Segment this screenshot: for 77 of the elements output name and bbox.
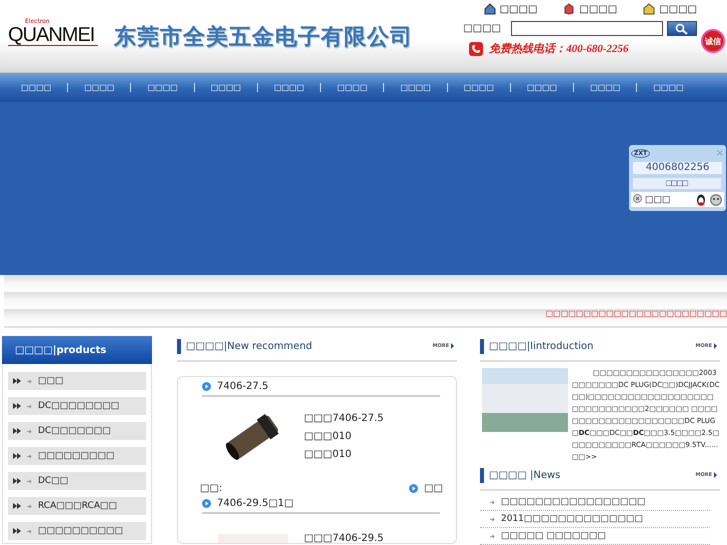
double-arrow-icon [13, 503, 21, 509]
spec-text: □□□7406-27.5 [304, 412, 384, 426]
arrow-icon [27, 478, 32, 484]
scrolling-notice: □□□□□□□□□□□□□□□□□□□□□□□□ [546, 309, 727, 318]
seal-badge: 诚信 [701, 29, 725, 53]
double-arrow-icon [13, 453, 21, 459]
search-label: □□□□ [463, 23, 501, 34]
company-name: 东莞市全美五金电子有限公司 [114, 24, 413, 52]
product-link[interactable]: 7406-29.5□1□ [217, 498, 294, 508]
play-icon [409, 484, 418, 493]
nav-link[interactable]: □□□□ [210, 82, 241, 94]
product-link[interactable]: 7406-27.5 [217, 380, 268, 392]
news-item[interactable]: □□□□□□□□□□□□□□□□□ [480, 494, 710, 511]
house-icon [484, 3, 496, 15]
offline-icon [633, 194, 642, 206]
nav-link[interactable]: □□□□ [526, 82, 558, 94]
category-item[interactable]: □□□ [8, 372, 146, 390]
logo-wordmark: QUANMEI [8, 25, 98, 46]
agent-name: □□□ [645, 194, 672, 204]
double-arrow-icon [13, 478, 21, 484]
chat-button[interactable]: □□□□ [633, 178, 721, 189]
heading-bar [480, 468, 484, 482]
nav-link[interactable]: □□□□ [400, 82, 431, 94]
nav-link[interactable]: □□□□ [274, 82, 304, 94]
arrow-icon [490, 516, 495, 522]
heading-bar [480, 338, 484, 354]
nav-link[interactable]: □□□□ [21, 82, 52, 94]
nav-link[interactable]: □□□□ [653, 82, 684, 94]
arrow-icon [490, 534, 495, 538]
category-item[interactable]: DC□□ [8, 472, 146, 490]
category-item[interactable]: RCA□□□RCA□□ [8, 497, 146, 515]
play-icon [202, 382, 211, 390]
search-field[interactable] [511, 21, 663, 36]
arrow-icon [27, 428, 32, 434]
category-item[interactable]: □□□□□□□□□ [8, 447, 146, 465]
category-item[interactable]: □□□□□□□□□□ [8, 522, 146, 540]
heading-bar [177, 338, 181, 354]
top-link[interactable]: □□□□ [484, 3, 538, 15]
products-heading: □□□□|products [2, 336, 152, 364]
arrow-icon [490, 500, 495, 504]
arrow-icon [27, 504, 32, 508]
arrow-icon [27, 378, 32, 384]
double-arrow-icon [13, 378, 21, 384]
arrow-icon [27, 528, 32, 534]
arrow-icon [27, 454, 32, 458]
search-icon [675, 22, 689, 34]
spec-text: □□□010 [304, 448, 352, 462]
nav-link[interactable]: □□□□ [590, 82, 620, 94]
section-title: □□□□ |News [489, 470, 562, 480]
chat-phone: 4006802256 [633, 162, 722, 174]
category-item[interactable]: DC□□□□□□□ [8, 422, 146, 440]
top-link[interactable]: □□□□ [643, 3, 697, 15]
nav-link[interactable]: □□□□ [337, 82, 368, 94]
category-item[interactable]: DC□□□□□□□□ [8, 397, 146, 415]
arrow-icon [27, 404, 32, 408]
news-item[interactable]: □□□□□ □□□□□□□ [480, 528, 710, 545]
hotline-text: 免费热线电话：400-680-2256 [489, 42, 629, 56]
top-link[interactable]: □□□□ [563, 3, 618, 15]
double-arrow-icon [13, 403, 21, 409]
spec-text: □□□010 [304, 430, 352, 444]
building-icon [643, 3, 656, 15]
footer-label: □□: [200, 483, 222, 494]
double-arrow-icon [13, 428, 21, 434]
detail-link[interactable]: □□ [424, 483, 443, 494]
nav-link[interactable]: □□□□ [147, 82, 178, 94]
news-item[interactable]: 2011□□□□□□□□□□□□□□ [480, 511, 710, 528]
smiley-icon [710, 194, 722, 206]
cube-icon [563, 3, 576, 15]
play-icon [202, 498, 211, 508]
nav-link[interactable]: □□□□ [464, 82, 494, 94]
double-arrow-icon [13, 528, 21, 534]
section-title: □□□□|New recommend [186, 340, 314, 352]
spec-text: □□□7406-29.5 [304, 532, 384, 543]
nav-link[interactable]: □□□□ [84, 82, 114, 94]
search-button[interactable] [667, 21, 697, 36]
section-title: □□□□|Iintroduction [489, 340, 594, 352]
phone-icon [469, 42, 484, 56]
